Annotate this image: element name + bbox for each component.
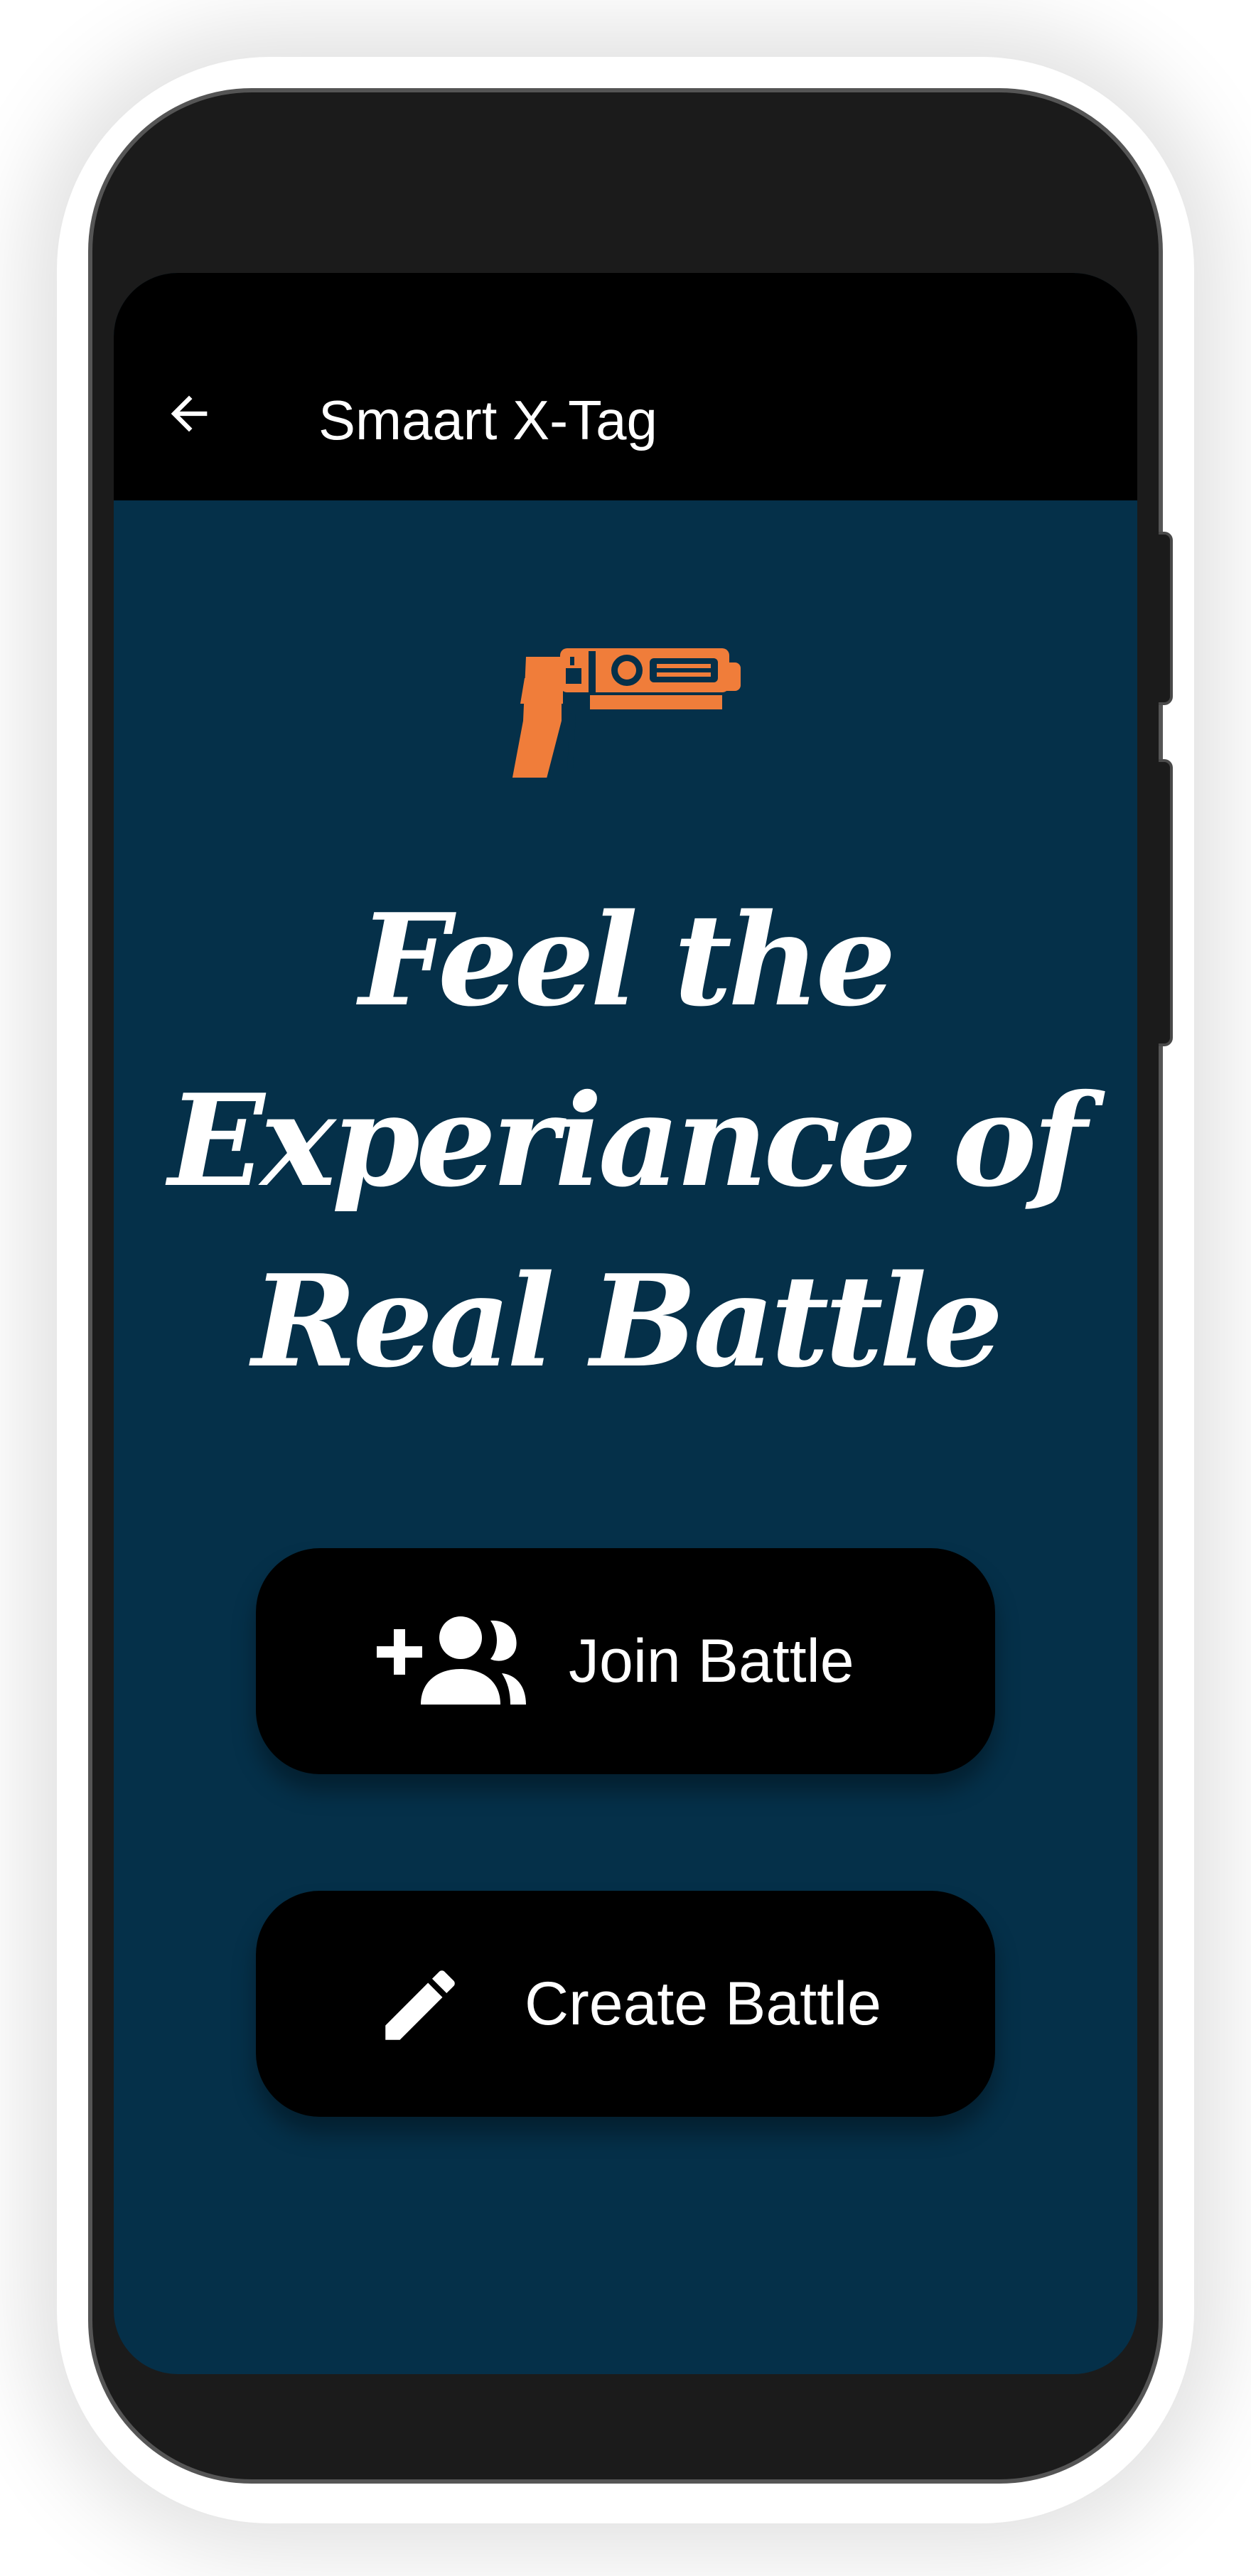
hero-line-1: Feel the: [359, 886, 896, 1034]
app-screen: Smaart X-Tag Feel the Experiance of Real…: [114, 273, 1137, 2374]
arrow-back-icon[interactable]: [162, 387, 216, 441]
join-battle-label: Join Battle: [569, 1627, 854, 1695]
laser-tag-gun-icon: [512, 648, 741, 778]
create-battle-button[interactable]: Create Battle: [256, 1891, 995, 2117]
hero-line-2: Experiance of: [168, 1066, 1088, 1215]
app-bar: Smaart X-Tag: [114, 273, 1137, 500]
join-battle-button[interactable]: Join Battle: [256, 1548, 995, 1774]
power-button: [1159, 759, 1173, 1046]
hero-headline: Feel the Experiance of Real Battle: [114, 870, 1137, 1412]
create-battle-label: Create Battle: [525, 1970, 881, 2038]
pencil-icon: [385, 1970, 455, 2040]
app-title: Smaart X-Tag: [318, 389, 657, 451]
hero-line-3: Real Battle: [252, 1247, 1003, 1395]
add-group-icon: [377, 1616, 526, 1705]
volume-button: [1159, 532, 1173, 705]
